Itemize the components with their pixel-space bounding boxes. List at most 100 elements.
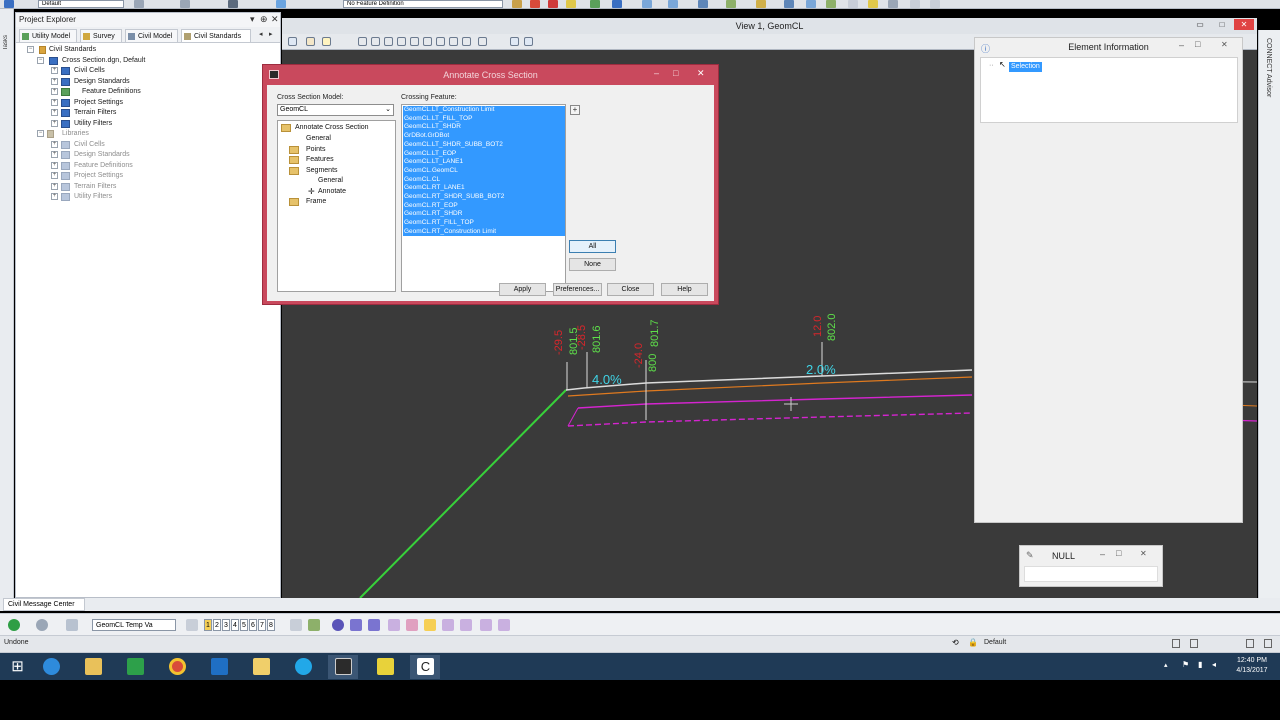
list-item[interactable]: GeomCL.RT_SHDR_SUBB_BOT2 — [404, 193, 504, 202]
select-none-button[interactable]: None — [569, 258, 616, 271]
system-clock[interactable]: 12:40 PM 4/13/2017 — [1228, 656, 1276, 680]
view-4-toggle[interactable]: 4 — [231, 619, 239, 631]
taskbar-outlook[interactable] — [204, 655, 234, 679]
add-feature-button[interactable]: + — [570, 105, 580, 115]
snap-origin-icon[interactable] — [442, 619, 454, 631]
taskbar-store[interactable] — [120, 655, 150, 679]
dgn-icon[interactable] — [1190, 639, 1198, 648]
minimize-icon[interactable]: ▭ — [1190, 19, 1210, 30]
tool-icon-9[interactable] — [698, 0, 708, 8]
list-item[interactable]: GeomCL.RT_EOP — [404, 202, 458, 211]
list-item[interactable]: GrDBot.GrDBot — [404, 132, 449, 141]
template-combo[interactable]: GeomCL Temp Va — [92, 619, 176, 631]
copy-view-icon[interactable] — [478, 37, 487, 46]
snap-nearest-icon[interactable] — [388, 619, 400, 631]
taskbar-notes[interactable] — [370, 655, 400, 679]
expand-icon[interactable]: + — [51, 109, 58, 116]
crossing-feature-list[interactable]: GeomCL.LT_Construction Limit GeomCL.LT_F… — [401, 104, 566, 292]
snap-circle-icon[interactable] — [332, 619, 344, 631]
tool-icon-7[interactable] — [642, 0, 652, 8]
expand-icon[interactable]: + — [51, 88, 58, 95]
redo-icon[interactable] — [930, 0, 940, 8]
help-icon[interactable] — [784, 0, 794, 8]
close-icon[interactable]: ✕ — [271, 14, 279, 25]
snap-bisector-icon[interactable] — [460, 619, 472, 631]
update-view-icon[interactable] — [358, 37, 367, 46]
settings-gear-icon[interactable] — [290, 619, 302, 631]
views-icon[interactable] — [186, 619, 198, 631]
snap-parallel-icon[interactable] — [498, 619, 510, 631]
expand-icon[interactable]: + — [51, 98, 58, 106]
cross-section-model-select[interactable]: GeomCL ⌄ — [277, 104, 394, 116]
tool-icon-5[interactable] — [590, 0, 600, 8]
view-next-icon[interactable] — [462, 37, 471, 46]
close-button[interactable]: Close — [607, 283, 654, 296]
taskbar-explorer[interactable] — [78, 655, 108, 679]
cascade-icon[interactable] — [1264, 639, 1272, 648]
tool-icon-8[interactable] — [668, 0, 678, 8]
taskbar-openroads[interactable] — [328, 655, 358, 679]
minimize-icon[interactable]: – — [1100, 549, 1105, 559]
civil-message-center-tab[interactable]: Civil Message Center — [3, 598, 85, 611]
view-6-toggle[interactable]: 6 — [249, 619, 257, 631]
taskbar-ie[interactable] — [36, 655, 66, 679]
feature-definition-combo[interactable]: No Feature Definition — [343, 0, 503, 8]
display-style-icon[interactable] — [306, 37, 315, 46]
tab-civil-model[interactable]: Civil Model — [125, 29, 178, 42]
connect-advisor-strip[interactable]: CONNECT Advisor — [1258, 30, 1280, 598]
element-class-icon[interactable] — [134, 0, 144, 8]
snap-center-icon[interactable] — [350, 619, 362, 631]
tool-icon-11[interactable] — [756, 0, 766, 8]
close-icon[interactable]: ✕ — [1140, 549, 1147, 558]
camera-icon[interactable] — [524, 37, 533, 46]
new-file-icon[interactable] — [848, 0, 858, 8]
tray-chevron-icon[interactable]: ▴ — [1164, 661, 1168, 669]
maximize-icon[interactable]: □ — [1212, 19, 1232, 30]
open-folder-icon[interactable] — [868, 0, 878, 8]
rotate-view-icon[interactable] — [423, 37, 432, 46]
tool-icon-1[interactable] — [512, 0, 522, 8]
expand-icon[interactable]: + — [51, 67, 58, 74]
tool-icon-6[interactable] — [612, 0, 622, 8]
volume-icon[interactable]: ◂ — [1212, 660, 1216, 669]
active-level[interactable]: Default — [984, 639, 1006, 646]
snap-intersection-icon[interactable] — [368, 619, 380, 631]
view-1-toggle[interactable]: 1 — [204, 619, 212, 631]
view-previous-icon[interactable] — [449, 37, 458, 46]
snap-keypoint-icon[interactable] — [424, 619, 436, 631]
snap-tangent-icon[interactable] — [480, 619, 492, 631]
list-item[interactable]: GeomCL.CL — [404, 176, 440, 185]
print-icon[interactable] — [888, 0, 898, 8]
clip-volume-icon[interactable] — [510, 37, 519, 46]
expand-icon[interactable]: + — [51, 182, 58, 190]
tool-icon-13[interactable] — [826, 0, 836, 8]
list-item[interactable]: GeomCL.LT_EOP — [404, 150, 456, 159]
zoom-in-icon[interactable] — [371, 37, 380, 46]
tasks-strip[interactable]: Tasks — [0, 9, 14, 598]
tool-icon-10[interactable] — [726, 0, 736, 8]
undo-icon[interactable] — [910, 0, 920, 8]
list-item[interactable]: GeomCL.RT_SHDR — [404, 210, 462, 219]
maximize-icon[interactable]: □ — [673, 68, 678, 78]
list-item[interactable]: GeomCL.LT_SHDR_SUBB_BOT2 — [404, 141, 503, 150]
close-icon[interactable]: ✕ — [1221, 40, 1228, 49]
help-button[interactable]: Help — [661, 283, 708, 296]
start-button[interactable]: ⊞ — [2, 655, 32, 679]
view-2-toggle[interactable]: 2 — [213, 619, 221, 631]
pin-icon[interactable]: ▾ — [250, 14, 255, 25]
view-7-toggle[interactable]: 7 — [258, 619, 266, 631]
tool-icon-2[interactable] — [530, 0, 540, 8]
locks-icon[interactable]: ⟲ — [952, 638, 959, 647]
tool-icon-3[interactable] — [548, 0, 558, 8]
tabs-scroll-right-icon[interactable]: ▸ — [269, 30, 273, 38]
close-icon[interactable]: ✕ — [697, 68, 705, 79]
line-weight-icon[interactable] — [228, 0, 238, 8]
list-item[interactable]: GeomCL.RT_LANE1 — [404, 184, 465, 193]
minimize-icon[interactable]: – — [654, 68, 659, 78]
expand-icon[interactable]: + — [51, 193, 58, 200]
wifi-icon[interactable]: ▮ — [1198, 660, 1202, 669]
selection-node[interactable]: Selection — [1009, 62, 1042, 72]
level-combo[interactable]: Default — [38, 0, 124, 8]
tool-icon-4[interactable] — [566, 0, 576, 8]
brush-icon[interactable] — [308, 619, 320, 631]
